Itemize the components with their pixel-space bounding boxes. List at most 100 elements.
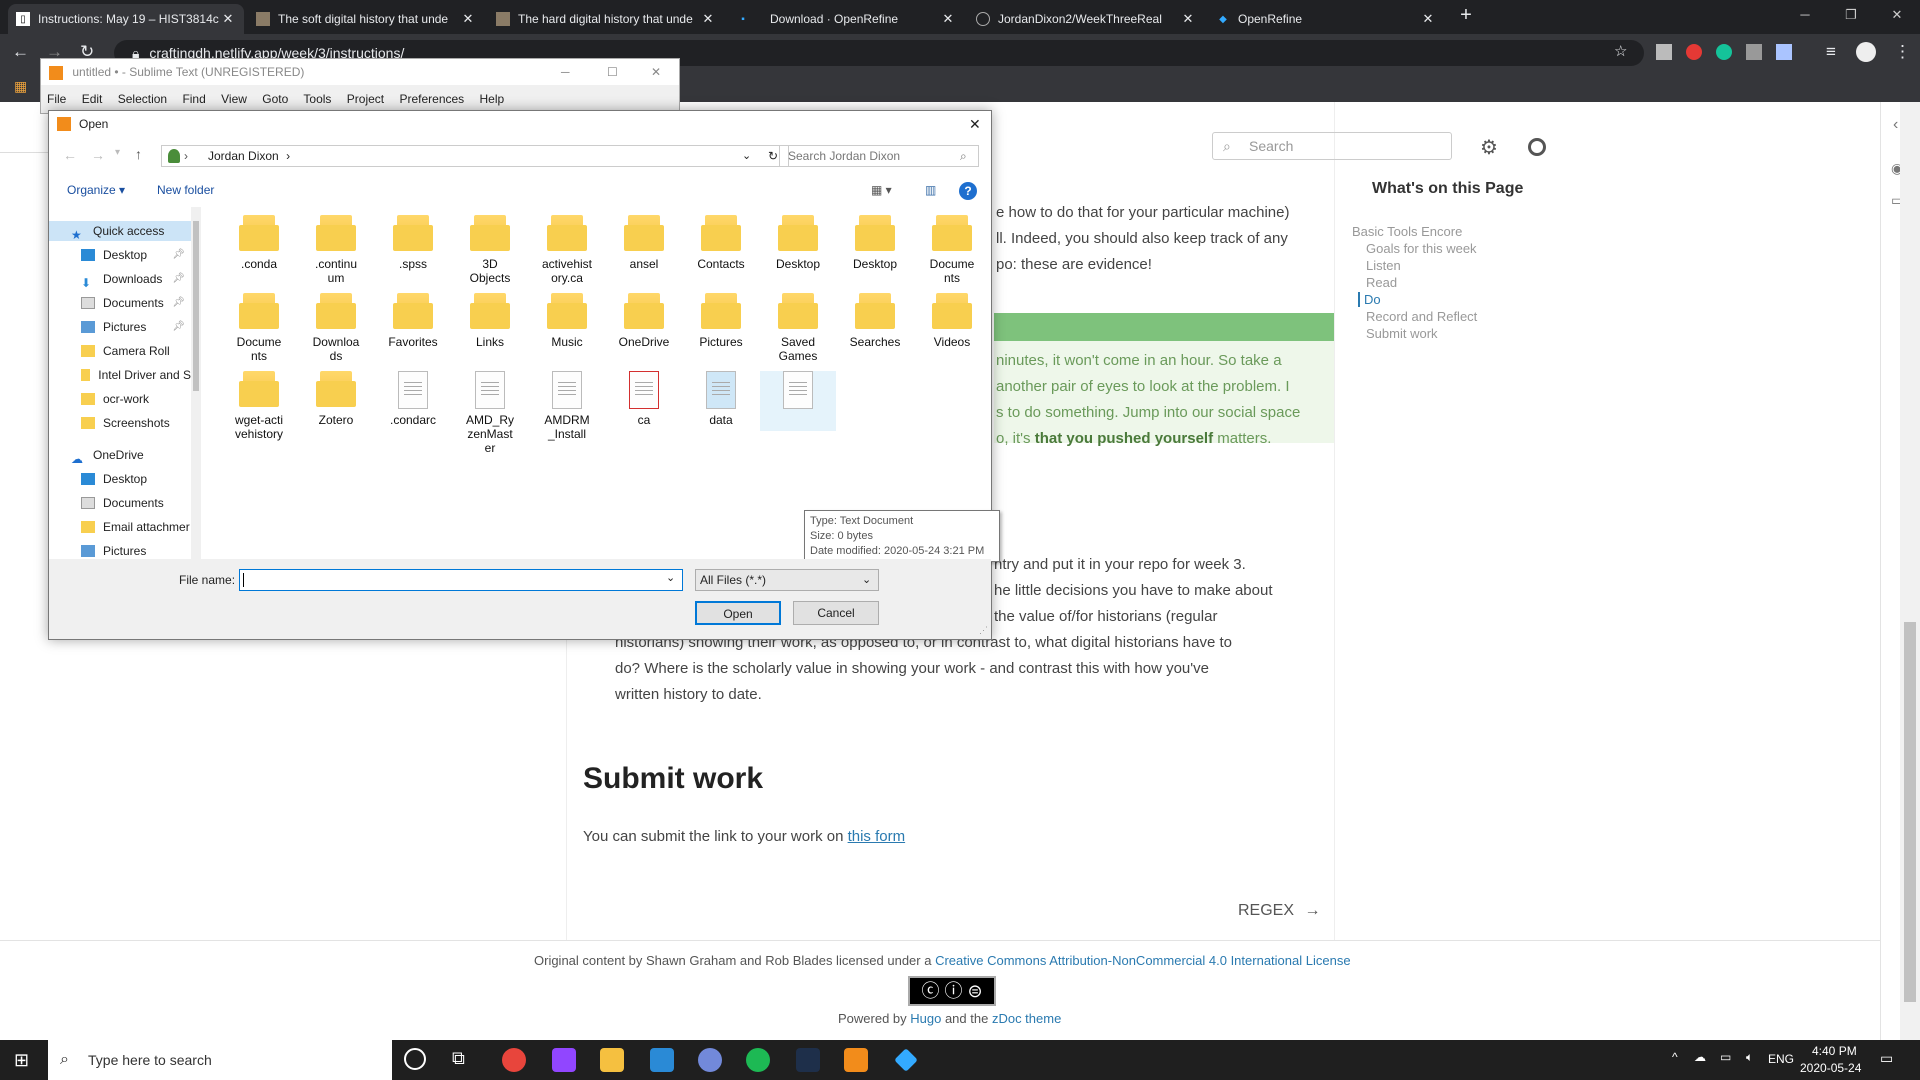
tab-soft-digital-history[interactable]: The soft digital history that unde ✕: [248, 4, 484, 34]
games-app-icon[interactable]: [796, 1048, 820, 1072]
tab-instructions[interactable]: ▯ Instructions: May 19 – HIST3814c ✕: [8, 4, 244, 34]
restore-icon[interactable]: ❐: [1828, 0, 1874, 32]
menu-goto[interactable]: Goto: [262, 92, 288, 106]
back-arrow-icon[interactable]: ←: [63, 147, 77, 163]
nav-downloads[interactable]: ⬇ Downloads 📌︎: [49, 269, 191, 290]
folder-item[interactable]: Saved Games: [760, 293, 836, 363]
close-window-icon[interactable]: ✕: [1874, 0, 1920, 32]
nav-intel-driver[interactable]: Intel Driver and S: [49, 365, 191, 385]
notifications-icon[interactable]: ▭: [1880, 1050, 1893, 1067]
nav-quick-access[interactable]: ★ Quick access: [49, 221, 191, 242]
folder-item[interactable]: Favorites: [375, 293, 451, 349]
open-button[interactable]: Open: [695, 601, 781, 625]
menu-edit[interactable]: Edit: [82, 92, 103, 106]
folder-item[interactable]: Desktop: [760, 215, 836, 271]
windows-start-icon[interactable]: ⊞: [14, 1050, 29, 1071]
nav-onedrive-pictures[interactable]: Pictures: [49, 541, 191, 559]
toc-item[interactable]: Listen: [1366, 258, 1401, 273]
tab-openrefine[interactable]: ◆ OpenRefine ✕: [1208, 4, 1444, 34]
folder-item[interactable]: .continuum: [298, 215, 374, 285]
scrollbar-thumb[interactable]: [193, 221, 199, 391]
chrome-icon[interactable]: [502, 1048, 526, 1072]
language-indicator[interactable]: ENG: [1768, 1052, 1794, 1066]
license-link[interactable]: Creative Commons Attribution-NonCommerci…: [935, 953, 1350, 968]
submit-form-link[interactable]: this form: [848, 828, 906, 845]
folder-item[interactable]: Desktop: [837, 215, 913, 271]
close-tab-icon[interactable]: ✕: [1180, 11, 1196, 27]
close-icon[interactable]: ✕: [651, 59, 661, 85]
nav-onedrive-documents[interactable]: Documents: [49, 493, 191, 513]
mail-icon[interactable]: [650, 1048, 674, 1072]
toc-item[interactable]: Goals for this week: [1366, 241, 1477, 256]
folder-item[interactable]: 3D Objects: [452, 215, 528, 285]
cancel-button[interactable]: Cancel: [793, 601, 879, 625]
resize-grip-icon[interactable]: ⋰: [979, 625, 988, 636]
network-icon[interactable]: ▭: [1720, 1050, 1731, 1064]
folder-item[interactable]: activehistory.ca: [529, 215, 605, 285]
folder-item[interactable]: Searches: [837, 293, 913, 349]
menu-file[interactable]: File: [47, 92, 66, 106]
file-item-hovered[interactable]: [760, 371, 836, 431]
toc-item[interactable]: Basic Tools Encore: [1352, 224, 1462, 239]
media-queue-icon[interactable]: ≡: [1826, 42, 1836, 62]
folder-item[interactable]: OneDrive: [606, 293, 682, 349]
menu-selection[interactable]: Selection: [118, 92, 167, 106]
scrollbar-thumb[interactable]: [1904, 622, 1916, 1002]
chevron-down-icon[interactable]: ⌄: [742, 146, 751, 166]
menu-tools[interactable]: Tools: [303, 92, 331, 106]
maximize-icon[interactable]: ☐: [607, 59, 618, 85]
tab-hard-digital-history[interactable]: The hard digital history that unde ✕: [488, 4, 724, 34]
folder-item[interactable]: Pictures: [683, 293, 759, 349]
menu-help[interactable]: Help: [480, 92, 505, 106]
folder-item[interactable]: .conda: [221, 215, 297, 271]
folder-item[interactable]: Links: [452, 293, 528, 349]
folder-item[interactable]: Music: [529, 293, 605, 349]
bookmark-star-icon[interactable]: ☆: [1614, 42, 1627, 60]
extension-h-icon[interactable]: [1746, 44, 1762, 60]
minimize-icon[interactable]: ─: [561, 59, 570, 85]
toc-item[interactable]: Submit work: [1366, 326, 1438, 341]
settings-gear-icon[interactable]: ⚙: [1480, 135, 1498, 160]
cortana-icon[interactable]: [404, 1048, 426, 1070]
new-tab-icon[interactable]: +: [1448, 0, 1484, 32]
folder-item[interactable]: .spss: [375, 215, 451, 271]
new-folder-button[interactable]: New folder: [157, 175, 214, 205]
page-scrollbar[interactable]: [1900, 102, 1920, 1040]
browser-menu-icon[interactable]: ⋮: [1894, 42, 1911, 62]
extension-red-icon[interactable]: [1686, 44, 1702, 60]
clock-time[interactable]: 4:40 PM: [1812, 1044, 1857, 1058]
menu-project[interactable]: Project: [347, 92, 384, 106]
minimize-icon[interactable]: ─: [1782, 0, 1828, 32]
close-tab-icon[interactable]: ✕: [460, 11, 476, 27]
toc-item[interactable]: Record and Reflect: [1366, 309, 1477, 324]
file-item[interactable]: AMD_RyzenMaster: [452, 371, 528, 455]
folder-search-input[interactable]: Search Jordan Dixon ⌕: [779, 145, 979, 167]
sublime-text-taskbar-icon[interactable]: [844, 1048, 868, 1072]
nav-email-attachments[interactable]: Email attachmer: [49, 517, 191, 537]
file-explorer-icon[interactable]: [600, 1048, 624, 1072]
discord-icon[interactable]: [698, 1048, 722, 1072]
close-dialog-icon[interactable]: ✕: [969, 111, 981, 137]
volume-icon[interactable]: 🔈︎: [1746, 1050, 1753, 1065]
collapse-chevron-icon[interactable]: ‹: [1893, 116, 1898, 134]
spotify-icon[interactable]: [746, 1048, 770, 1072]
close-tab-icon[interactable]: ✕: [220, 11, 236, 27]
refresh-icon[interactable]: ↻: [768, 146, 778, 166]
nav-camera-roll[interactable]: Camera Roll: [49, 341, 191, 361]
close-tab-icon[interactable]: ✕: [1420, 11, 1436, 27]
forward-arrow-icon[interactable]: →: [91, 147, 105, 163]
profile-avatar[interactable]: [1856, 42, 1876, 62]
nav-screenshots[interactable]: Screenshots: [49, 413, 191, 433]
apps-grid-icon[interactable]: ▦: [14, 78, 27, 95]
close-tab-icon[interactable]: ✕: [700, 11, 716, 27]
recent-chevron-icon[interactable]: ▾: [115, 147, 120, 158]
folder-item[interactable]: ansel: [606, 215, 682, 271]
clock-date[interactable]: 2020-05-24: [1800, 1061, 1861, 1075]
file-item[interactable]: ca: [606, 371, 682, 427]
openrefine-taskbar-icon[interactable]: [894, 1048, 918, 1072]
nav-scrollbar[interactable]: [191, 207, 201, 559]
tab-download-openrefine[interactable]: ▪ Download · OpenRefine ✕: [728, 4, 964, 34]
hugo-link[interactable]: Hugo: [910, 1011, 941, 1026]
file-type-select[interactable]: All Files (*.*) ⌄: [695, 569, 879, 591]
path-breadcrumb[interactable]: › Jordan Dixon › ⌄ ↻: [161, 145, 789, 167]
